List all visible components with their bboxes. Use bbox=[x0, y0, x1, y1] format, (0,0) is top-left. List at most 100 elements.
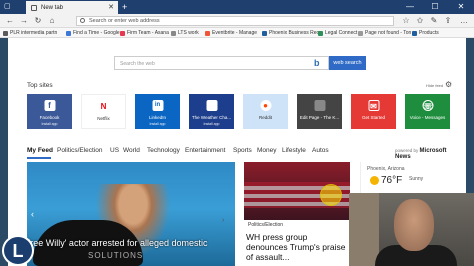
story-category: Politics/Election bbox=[246, 222, 286, 228]
sun-icon bbox=[370, 176, 379, 185]
home-icon[interactable]: ⌂ bbox=[46, 15, 58, 27]
weather-condition: Sunny bbox=[409, 176, 424, 182]
top-sites-title: Top sites bbox=[27, 82, 53, 89]
reddit-icon: ● bbox=[260, 100, 271, 111]
weather-channel-icon bbox=[206, 100, 217, 111]
tab-my-feed[interactable]: My Feed bbox=[27, 147, 53, 154]
webcam-overlay bbox=[349, 193, 474, 266]
fav-item-2[interactable]: Firm Team - Asana bbox=[120, 29, 169, 37]
carousel-next-icon[interactable]: › bbox=[222, 217, 224, 224]
top-site-label: Reddit bbox=[258, 115, 272, 120]
channel-logo: L bbox=[2, 235, 34, 266]
voice-icon: ☏ bbox=[422, 100, 434, 111]
top-site-edit-page[interactable]: Edit Page - The K... bbox=[297, 94, 342, 129]
top-site-label: The Weather Cha... bbox=[191, 115, 232, 120]
bookmark-icon bbox=[262, 30, 267, 36]
video-watermark: SOLUTIONS bbox=[88, 251, 144, 260]
fav-item-1[interactable]: Find a Time - Google bbox=[66, 29, 120, 37]
web-search-input[interactable]: Search the web bbox=[114, 56, 329, 70]
web-search-placeholder: Search the web bbox=[120, 61, 155, 67]
fav-item-5[interactable]: Phoenix Business Rec bbox=[262, 29, 319, 37]
fav-item-3[interactable]: LTS work bbox=[171, 29, 199, 37]
top-site-label: Get Started bbox=[361, 115, 385, 120]
eventbrite-icon bbox=[205, 30, 210, 36]
bookmark-icon bbox=[318, 30, 323, 36]
tab-new-tab[interactable]: New tab ✕ bbox=[26, 1, 118, 14]
fav-item-8[interactable]: Products bbox=[412, 29, 439, 37]
more-icon[interactable]: … bbox=[458, 15, 470, 27]
google-calendar-icon bbox=[66, 30, 71, 36]
linkedin-icon: in bbox=[152, 100, 163, 111]
maximize-button[interactable]: ☐ bbox=[423, 0, 447, 14]
carousel-prev-icon[interactable]: ‹ bbox=[31, 209, 34, 219]
minimize-button[interactable]: — bbox=[398, 0, 422, 14]
fav-item-7[interactable]: Page not found - Ton bbox=[358, 29, 411, 37]
tab-entertainment[interactable]: Entertainment bbox=[185, 147, 225, 154]
share-icon[interactable]: ⇪ bbox=[442, 15, 454, 27]
story-card-2[interactable]: Politics/Election WH press group denounc… bbox=[244, 162, 350, 266]
tab-sports[interactable]: Sports bbox=[233, 147, 252, 154]
top-site-get-started[interactable]: ✉ Get Started bbox=[351, 94, 396, 129]
presenter-face bbox=[394, 199, 434, 251]
bing-icon: b bbox=[314, 58, 320, 68]
folder-icon bbox=[171, 30, 176, 36]
favorites-bar: PLR intermedia partn Find a Time - Googl… bbox=[0, 28, 474, 38]
tab-actions-icon[interactable]: ▢ bbox=[4, 2, 16, 12]
facebook-icon: f bbox=[44, 100, 55, 111]
weather-temp: 76°F bbox=[381, 175, 403, 186]
gear-icon[interactable]: ⚙ bbox=[445, 80, 452, 89]
top-site-facebook[interactable]: f Facebook Install app bbox=[27, 94, 72, 129]
address-placeholder: Search or enter web address bbox=[89, 18, 160, 24]
refresh-icon[interactable]: ↻ bbox=[32, 15, 44, 27]
web-search-button[interactable]: web search bbox=[329, 56, 366, 70]
top-site-reddit[interactable]: ● Reddit bbox=[243, 94, 288, 129]
title-bar: ▢ New tab ✕ + — ☐ ✕ bbox=[0, 0, 474, 14]
top-site-weather-channel[interactable]: The Weather Cha... Install app bbox=[189, 94, 234, 129]
install-app-label: Install app bbox=[41, 122, 58, 126]
tab-autos[interactable]: Autos bbox=[312, 147, 329, 154]
page-icon bbox=[314, 100, 325, 111]
top-site-linkedin[interactable]: in LinkedIn Install app bbox=[135, 94, 180, 129]
top-site-label: Facebook bbox=[39, 115, 60, 120]
favorites-star-icon[interactable]: ☆ bbox=[400, 15, 412, 27]
top-site-label: Edit Page - The K... bbox=[299, 115, 340, 120]
background-shelf bbox=[349, 193, 379, 266]
powered-by: powered by Microsoft News bbox=[395, 148, 447, 160]
close-window-button[interactable]: ✕ bbox=[449, 0, 473, 14]
weather-location: Phoenix, Arizona bbox=[367, 166, 405, 172]
tab-us[interactable]: US bbox=[110, 147, 119, 154]
tab-lifestyle[interactable]: Lifestyle bbox=[282, 147, 306, 154]
top-site-netflix[interactable]: N Netflix bbox=[81, 94, 126, 129]
search-icon bbox=[80, 18, 85, 23]
tab-page-icon bbox=[31, 4, 37, 11]
install-app-label: Install app bbox=[203, 122, 220, 126]
news-feed-tabs: My Feed Politics/Election US World Techn… bbox=[27, 147, 459, 160]
story-headline: WH press group denounces Trump's praise … bbox=[246, 232, 346, 262]
top-site-voice-messages[interactable]: ☏ Voice - Messages bbox=[405, 94, 450, 129]
fav-item-0[interactable]: PLR intermedia partn bbox=[3, 29, 57, 37]
fav-item-4[interactable]: Eventbrite - Manage bbox=[205, 29, 257, 37]
top-site-label: Netflix bbox=[97, 116, 110, 121]
top-site-label: LinkedIn bbox=[148, 115, 166, 120]
mail-icon: ✉ bbox=[368, 100, 379, 111]
new-tab-button[interactable]: + bbox=[122, 2, 127, 12]
tab-technology[interactable]: Technology bbox=[147, 147, 180, 154]
active-tab-underline bbox=[27, 157, 51, 159]
cursor-highlight bbox=[320, 184, 342, 206]
asana-icon bbox=[120, 30, 125, 36]
navigation-bar: ← → ↻ ⌂ Search or enter web address ☆ ✩ … bbox=[0, 14, 474, 28]
reading-list-icon[interactable]: ✎ bbox=[428, 15, 440, 27]
favorites-hub-icon[interactable]: ✩ bbox=[414, 15, 426, 27]
bookmark-icon bbox=[358, 30, 363, 36]
address-bar[interactable]: Search or enter web address bbox=[76, 16, 394, 26]
netflix-icon: N bbox=[100, 102, 107, 111]
tab-money[interactable]: Money bbox=[257, 147, 277, 154]
tab-close-icon[interactable]: ✕ bbox=[108, 3, 114, 11]
forward-icon[interactable]: → bbox=[18, 15, 30, 27]
tab-world[interactable]: World bbox=[123, 147, 140, 154]
tab-politics-election[interactable]: Politics/Election bbox=[57, 147, 103, 154]
fav-item-6[interactable]: Legal Connect bbox=[318, 29, 357, 37]
bookmark-icon bbox=[412, 30, 417, 36]
back-icon[interactable]: ← bbox=[4, 15, 16, 27]
hide-feed-link[interactable]: Hide feed bbox=[426, 83, 443, 88]
